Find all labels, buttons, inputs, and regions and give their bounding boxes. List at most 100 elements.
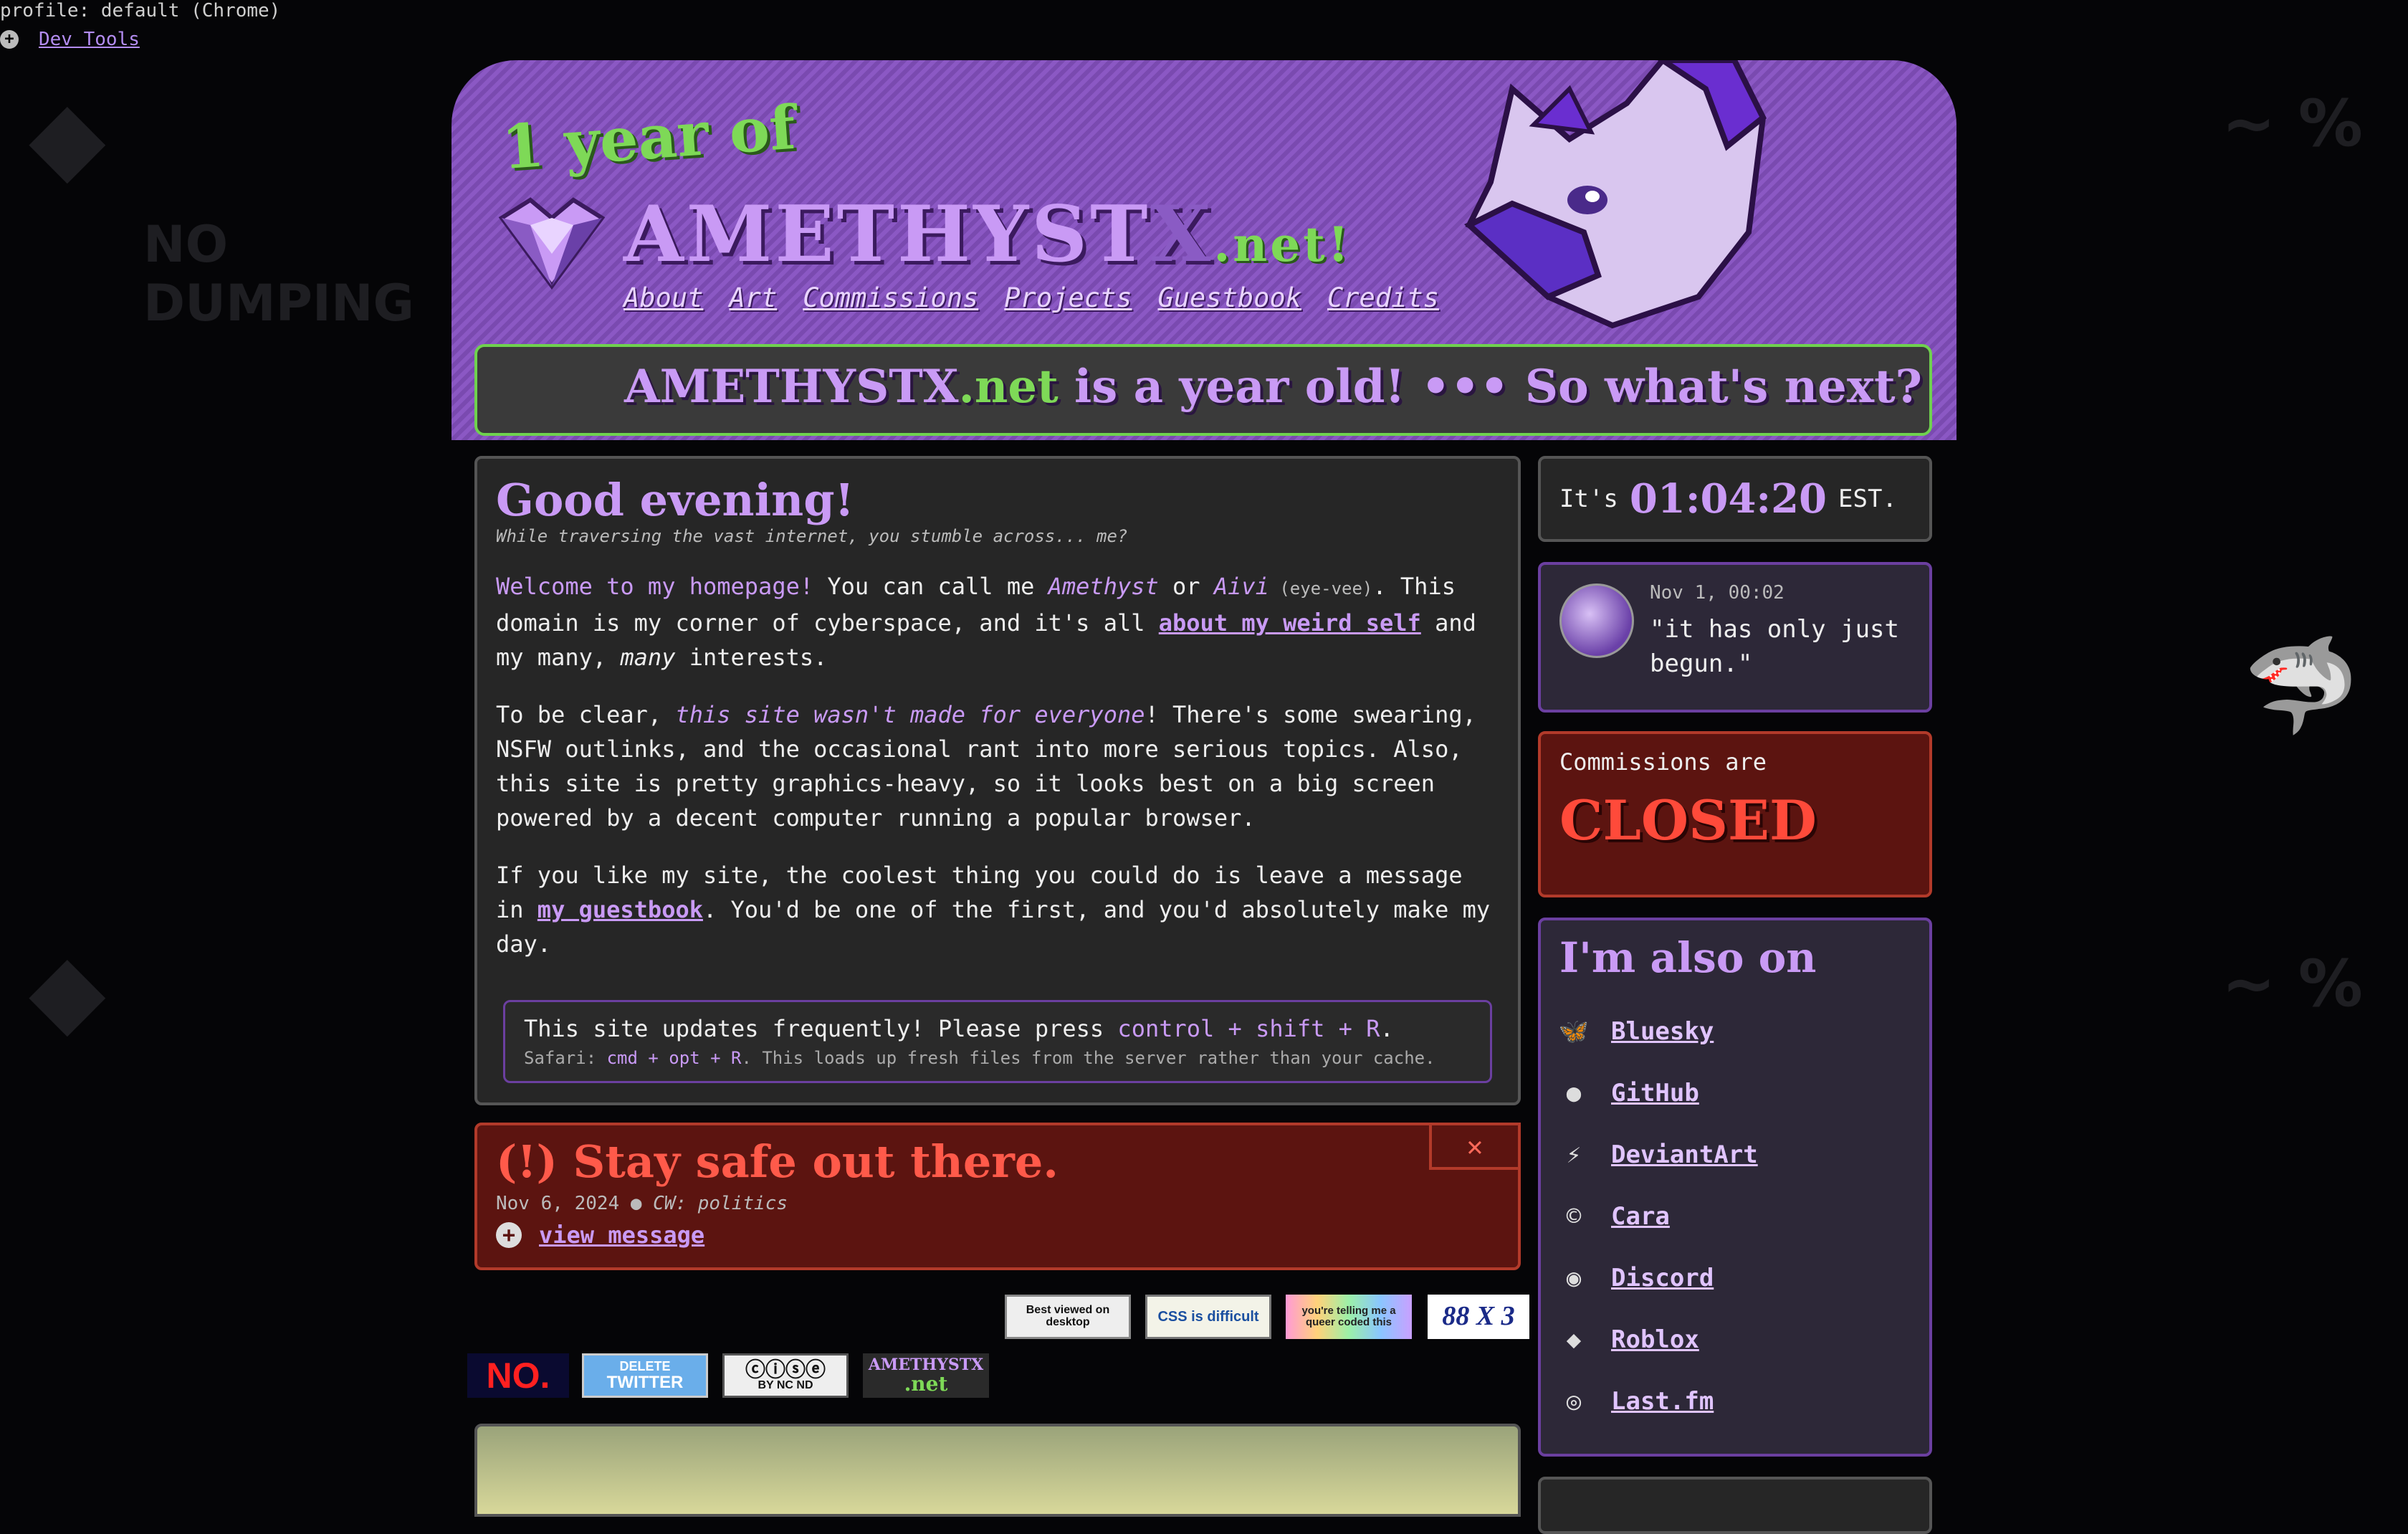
badge-text: 88 X 3	[1442, 1301, 1515, 1332]
alert-title: (!) Stay safe out there.	[496, 1135, 1059, 1188]
site-logo-x: X	[1150, 189, 1214, 280]
profile-label: profile: default (Chrome)	[0, 0, 281, 22]
badge-text: .net	[904, 1371, 948, 1396]
ticker-net: .net	[958, 360, 1059, 414]
nav-art[interactable]: Art	[729, 282, 777, 313]
social-link[interactable]: Discord	[1611, 1264, 1714, 1292]
badge-text: CSS is difficult	[1157, 1308, 1259, 1325]
nav-commissions[interactable]: Commissions	[803, 282, 978, 313]
ticker-message: is a year old! ••• So what's next? ••• E…	[1074, 360, 1929, 414]
social-link[interactable]: Roblox	[1611, 1325, 1699, 1354]
nav-about[interactable]: About	[624, 282, 703, 313]
badge-creative-commons[interactable]: ⓒⓘⓢⓔ BY NC ND	[722, 1353, 849, 1398]
avatar	[1559, 583, 1634, 658]
badge-amethystx[interactable]: AMETHYSTX .net	[863, 1353, 989, 1398]
main-nav: About Art Commissions Projects Guestbook…	[624, 282, 1439, 313]
welcome-subtitle: While traversing the vast internet, you …	[496, 526, 1128, 546]
badge-best-viewed-desktop[interactable]: Best viewed on desktop	[1005, 1295, 1131, 1339]
welcome-panel: Good evening! While traversing the vast …	[474, 456, 1521, 1105]
plus-icon: +	[496, 1222, 522, 1248]
about-link[interactable]: about my weird self	[1159, 609, 1421, 637]
text-span: .	[1380, 1015, 1394, 1042]
social-item-bluesky[interactable]: 🦋 Bluesky	[1559, 1001, 1911, 1062]
nav-projects[interactable]: Projects	[1004, 282, 1132, 313]
badge-text: Best viewed on desktop	[1026, 1304, 1110, 1328]
social-link[interactable]: Cara	[1611, 1202, 1670, 1231]
deviantart-icon: ⚡	[1566, 1140, 1582, 1169]
social-title: I'm also on	[1559, 933, 1817, 982]
badge-text: TWITTER	[606, 1372, 684, 1392]
clock-time: 01:04:20	[1629, 475, 1828, 523]
separator: ●	[619, 1193, 654, 1214]
badge-no[interactable]: NO.	[467, 1353, 569, 1398]
social-item-github[interactable]: ● GitHub	[1559, 1062, 1911, 1124]
guestbook-link[interactable]: my guestbook	[538, 896, 703, 923]
social-item-roblox[interactable]: ◆ Roblox	[1559, 1309, 1911, 1371]
lastfm-icon: ◎	[1566, 1387, 1582, 1416]
text-span: . This loads up fresh files from the ser…	[741, 1048, 1435, 1068]
keyboard-shortcut: cmd + opt + R	[606, 1048, 742, 1068]
github-icon: ●	[1566, 1079, 1582, 1107]
site-logo-main: AMETHYST	[624, 189, 1151, 280]
marquee-ticker: AMETHYSTX.net is a year old! ••• So what…	[474, 344, 1932, 436]
alert-meta: Nov 6, 2024 ● CW: politics	[496, 1193, 1499, 1214]
welcome-title: Good evening!	[496, 474, 854, 526]
content-warning: CW: politics	[653, 1193, 788, 1214]
status-date: Nov 1, 00:02	[1650, 582, 1784, 604]
nav-credits[interactable]: Credits	[1327, 282, 1439, 313]
devtools-bar: profile: default (Chrome) + Dev Tools	[0, 0, 280, 50]
site-logo-net: .net!	[1213, 216, 1352, 272]
badge-text: BY NC ND	[758, 1379, 813, 1392]
social-item-lastfm[interactable]: ◎ Last.fm	[1559, 1371, 1911, 1432]
ticker-text: AMETHYSTX.net is a year old! ••• So what…	[624, 360, 1929, 414]
view-message-link[interactable]: view message	[539, 1221, 704, 1249]
text-span: many	[620, 644, 676, 671]
alert-panel: ✕ (!) Stay safe out there. Nov 6, 2024 ●…	[474, 1123, 1521, 1270]
clock-prefix: It's	[1559, 485, 1618, 513]
pronunciation: (eye-vee)	[1268, 578, 1373, 599]
devtools-link[interactable]: Dev Tools	[39, 29, 140, 50]
refresh-note: This site updates frequently! Please pre…	[503, 1000, 1492, 1083]
cara-icon: ©	[1566, 1202, 1582, 1231]
status-panel: Nov 1, 00:02 "it has only just begun."	[1538, 562, 1932, 713]
refresh-note-safari: Safari: cmd + opt + R. This loads up fre…	[524, 1048, 1471, 1068]
badge-delete-twitter[interactable]: DELETE TWITTER	[582, 1353, 708, 1398]
roblox-icon: ◆	[1566, 1325, 1582, 1354]
badge-text: AMETHYSTX	[868, 1355, 984, 1374]
refresh-note-main: This site updates frequently! Please pre…	[524, 1015, 1471, 1042]
text-span: or	[1158, 573, 1214, 600]
social-item-cara[interactable]: © Cara	[1559, 1186, 1911, 1247]
social-item-deviantart[interactable]: ⚡ DeviantArt	[1559, 1124, 1911, 1186]
plus-icon[interactable]: +	[0, 30, 19, 49]
site-logo-text[interactable]: AMETHYSTX.net!	[624, 189, 1352, 280]
text-span: This site updates frequently! Please pre…	[524, 1015, 1118, 1042]
badge-text: NO.	[486, 1355, 550, 1396]
lower-banner-image	[474, 1424, 1521, 1517]
commissions-label: Commissions are	[1559, 748, 1767, 776]
social-item-discord[interactable]: ◉ Discord	[1559, 1247, 1911, 1309]
text-span: Safari:	[524, 1048, 607, 1068]
next-panel	[1538, 1477, 1932, 1534]
social-link[interactable]: Last.fm	[1611, 1387, 1714, 1416]
header-year-text: 1 year of	[500, 91, 798, 184]
bluesky-icon: 🦋	[1558, 1017, 1590, 1046]
cc-icon: ⓒⓘⓢⓔ	[745, 1358, 826, 1381]
name-aivi: Aivi	[1213, 573, 1269, 600]
name-amethyst: Amethyst	[1048, 573, 1159, 600]
commissions-status: CLOSED	[1559, 789, 1817, 852]
text-span: You can call me	[813, 573, 1048, 600]
warning-highlight: this site wasn't made for everyone	[675, 701, 1145, 728]
status-text: "it has only just begun."	[1650, 615, 1899, 678]
ticker-site: AMETHYSTX	[624, 360, 959, 414]
social-link[interactable]: GitHub	[1611, 1079, 1699, 1107]
badge-css-difficult[interactable]: CSS is difficult	[1145, 1295, 1271, 1339]
text-span: interests.	[675, 644, 828, 671]
keyboard-shortcut: control + shift + R	[1117, 1015, 1380, 1042]
badge-88x3[interactable]: 88 X 3	[1428, 1295, 1529, 1339]
close-button[interactable]: ✕	[1429, 1123, 1521, 1170]
social-link[interactable]: DeviantArt	[1611, 1140, 1758, 1169]
nav-guestbook[interactable]: Guestbook	[1157, 282, 1301, 313]
social-link[interactable]: Bluesky	[1611, 1017, 1714, 1046]
view-message-toggle[interactable]: + view message	[496, 1221, 1499, 1249]
badge-queer-coded[interactable]: you're telling me a queer coded this	[1286, 1295, 1412, 1339]
